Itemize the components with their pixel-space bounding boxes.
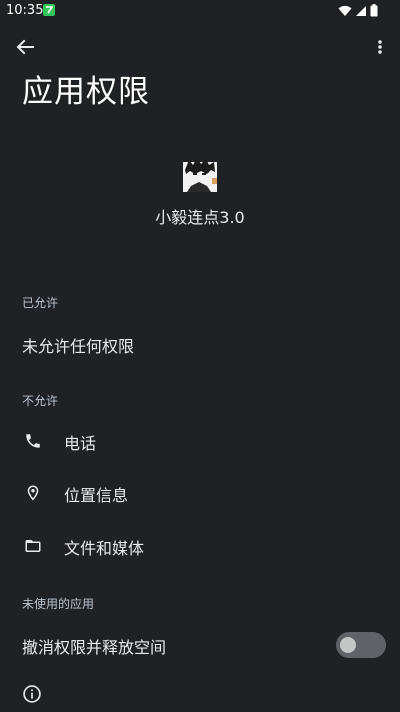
info-icon — [22, 684, 44, 706]
more-options-button[interactable] — [370, 34, 390, 60]
app-permissions-screen: 10:35 应用权限 小毅连点3.0 已允许 未允许任何权限 不允许 电话 位置… — [0, 0, 400, 712]
permission-label-files-media: 文件和媒体 — [64, 539, 145, 558]
status-bar: 10:35 — [0, 0, 400, 24]
notification-app-icon — [43, 4, 55, 16]
permission-label-phone: 电话 — [64, 434, 97, 453]
section-header-allowed: 已允许 — [22, 296, 59, 310]
more-vert-icon — [378, 40, 382, 54]
folder-icon — [22, 535, 44, 557]
permission-row-location[interactable]: 位置信息 — [0, 469, 400, 517]
battery-icon — [370, 2, 378, 21]
app-name: 小毅连点3.0 — [155, 208, 245, 227]
status-icons — [338, 2, 378, 21]
signal-icon — [355, 2, 367, 21]
permission-row-files-media[interactable]: 文件和媒体 — [0, 522, 400, 570]
page-title: 应用权限 — [22, 74, 150, 110]
location-icon — [22, 482, 44, 504]
app-icon — [181, 156, 219, 192]
section-header-unused-apps: 未使用的应用 — [22, 597, 95, 611]
arrow-back-icon — [16, 39, 34, 55]
permission-row-phone[interactable]: 电话 — [0, 417, 400, 465]
wifi-icon — [338, 2, 352, 21]
no-permissions-allowed-text: 未允许任何权限 — [22, 337, 135, 356]
toggle-knob — [340, 637, 356, 653]
section-header-denied: 不允许 — [22, 394, 59, 408]
permission-label-location: 位置信息 — [64, 486, 129, 505]
revoke-permissions-toggle[interactable] — [336, 632, 386, 658]
phone-icon — [22, 430, 44, 452]
back-button[interactable] — [12, 34, 38, 60]
revoke-permissions-label: 撤消权限并释放空间 — [22, 638, 167, 657]
status-time: 10:35 — [6, 3, 44, 18]
